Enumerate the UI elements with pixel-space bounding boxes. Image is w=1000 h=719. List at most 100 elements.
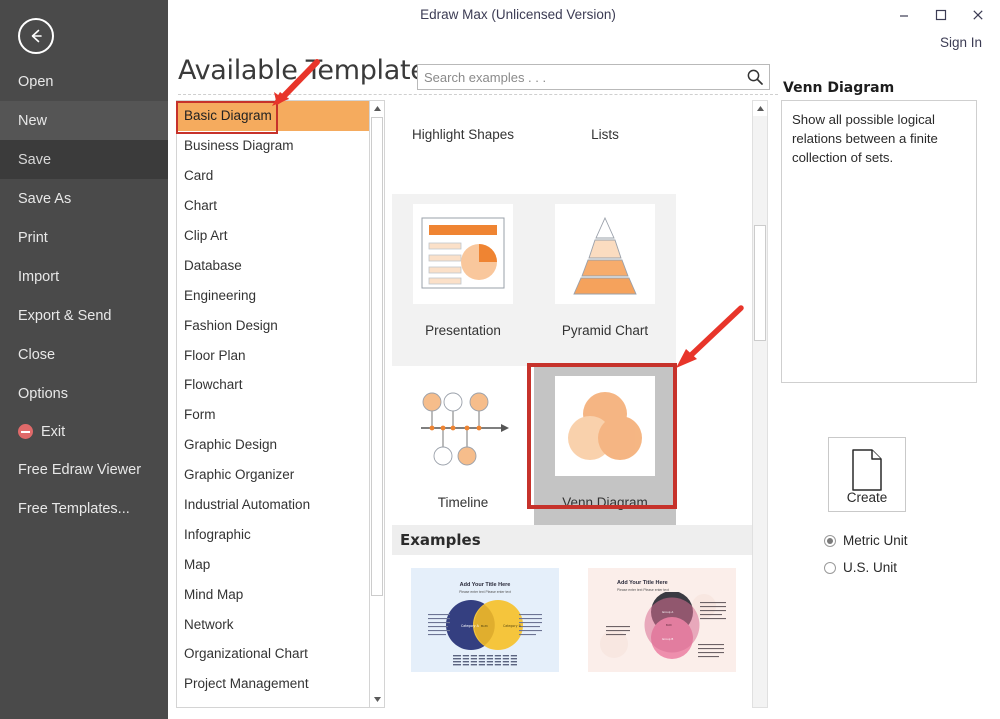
template-scroll-thumb[interactable] (754, 225, 766, 341)
example-card-1[interactable]: Add Your Title Here Please enter text Pl… (411, 568, 559, 672)
template-card-highlight-shapes[interactable]: Highlight Shapes (392, 100, 534, 170)
sidebar-item-label: Open (18, 73, 54, 90)
sidebar-item-export-and-send[interactable]: Export & Send (0, 296, 168, 335)
category-label: Form (184, 407, 216, 423)
template-label: Venn Diagram (562, 495, 648, 510)
create-button[interactable]: Create (828, 437, 906, 512)
venn-diagram-thumb (555, 376, 655, 476)
category-item-project-management[interactable]: Project Management (177, 669, 369, 699)
sidebar-item-free-edraw-viewer[interactable]: Free Edraw Viewer (0, 450, 168, 489)
category-label: Project Management (184, 676, 309, 692)
category-item-network[interactable]: Network (177, 609, 369, 639)
examples-header: Examples (392, 525, 752, 555)
window-title: Edraw Max (Unlicensed Version) (420, 7, 616, 22)
scroll-down-icon[interactable] (370, 692, 384, 707)
radio-unselected-icon (824, 561, 836, 574)
sidebar-item-label: Print (18, 229, 48, 246)
sign-in-link[interactable]: Sign In (940, 35, 982, 50)
sidebar-item-free-templates[interactable]: Free Templates... (0, 489, 168, 528)
radio-metric-unit[interactable]: Metric Unit (824, 533, 908, 548)
category-label: Map (184, 556, 211, 572)
scroll-up-icon[interactable] (753, 101, 767, 116)
sidebar-item-open[interactable]: Open (0, 62, 168, 101)
category-item-chart[interactable]: Chart (177, 191, 369, 221)
category-item-business-diagram[interactable]: Business Diagram (177, 131, 369, 161)
sidebar-item-save[interactable]: Save (0, 140, 168, 179)
sidebar-item-close[interactable]: Close (0, 335, 168, 374)
category-label: Floor Plan (184, 347, 246, 363)
template-card-timeline[interactable]: Timeline (392, 366, 534, 525)
sidebar-item-import[interactable]: Import (0, 257, 168, 296)
category-item-industrial-automation[interactable]: Industrial Automation (177, 490, 369, 520)
sidebar-item-options[interactable]: Options (0, 374, 168, 413)
info-panel-title: Venn Diagram (783, 80, 895, 96)
radio-label: Metric Unit (843, 533, 908, 548)
svg-text:Group B: Group B (662, 637, 673, 641)
sidebar-item-save-as[interactable]: Save As (0, 179, 168, 218)
category-item-clip-art[interactable]: Clip Art (177, 221, 369, 251)
category-scroll-thumb[interactable] (371, 117, 383, 596)
search-box[interactable] (417, 64, 770, 90)
sidebar-item-label: Free Edraw Viewer (18, 461, 142, 478)
page-title: Available Templates (178, 55, 441, 86)
category-item-floor-plan[interactable]: Floor Plan (177, 340, 369, 370)
example-title: Add Your Title Here (459, 582, 511, 588)
sidebar-item-label: Save As (18, 190, 72, 207)
sidebar-item-new[interactable]: New (0, 101, 168, 140)
sidebar-item-label: New (18, 112, 48, 129)
sidebar-item-label: Save (18, 151, 52, 168)
category-scrollbar[interactable] (369, 100, 385, 708)
minimize-icon[interactable] (891, 3, 917, 27)
sidebar-item-label: Options (18, 385, 68, 402)
scroll-up-icon[interactable] (370, 101, 384, 116)
examples-list: Add Your Title Here Please enter text Pl… (392, 555, 752, 708)
template-label: Pyramid Chart (561, 323, 649, 338)
category-item-basic-diagram[interactable]: Basic Diagram (177, 101, 369, 131)
pyramid-chart-thumb (555, 204, 655, 304)
template-grid[interactable]: Highlight Shapes Lists Presentation Pyra… (392, 100, 752, 525)
category-item-flowchart[interactable]: Flowchart (177, 370, 369, 400)
maximize-icon[interactable] (928, 3, 954, 27)
search-icon[interactable] (746, 68, 764, 86)
radio-us-unit[interactable]: U.S. Unit (824, 560, 897, 575)
category-item-map[interactable]: Map (177, 549, 369, 579)
sidebar-item-print[interactable]: Print (0, 218, 168, 257)
presentation-thumb (413, 204, 513, 304)
category-item-database[interactable]: Database (177, 250, 369, 280)
category-item-card[interactable]: Card (177, 161, 369, 191)
template-scrollbar[interactable] (752, 100, 768, 708)
example-title: Add Your Title Here (617, 580, 668, 586)
examples-title: Examples (400, 531, 481, 549)
exit-icon (18, 424, 33, 439)
category-item-graphic-design[interactable]: Graphic Design (177, 430, 369, 460)
category-item-organizational-chart[interactable]: Organizational Chart (177, 639, 369, 669)
template-card-venn-diagram[interactable]: Venn Diagram (534, 366, 676, 525)
template-card-presentation[interactable]: Presentation (392, 194, 534, 366)
lists-thumb (555, 100, 655, 108)
category-item-engineering[interactable]: Engineering (177, 280, 369, 310)
category-label: Chart (184, 198, 218, 214)
category-list[interactable]: Basic Diagram Business Diagram Card Char… (176, 100, 369, 708)
search-input[interactable] (418, 65, 738, 89)
category-item-mind-map[interactable]: Mind Map (177, 579, 369, 609)
category-label: Clip Art (184, 228, 228, 243)
sidebar-item-label: Export & Send (18, 307, 112, 324)
template-card-pyramid-chart[interactable]: Pyramid Chart (534, 194, 676, 366)
close-icon[interactable] (965, 3, 991, 27)
category-item-graphic-organizer[interactable]: Graphic Organizer (177, 460, 369, 490)
example-card-2[interactable]: Add Your Title Here Please enter text Pl… (588, 568, 736, 672)
sidebar-item-label: Import (18, 268, 60, 285)
template-card-lists[interactable]: Lists (534, 100, 676, 170)
sidebar-item-label: Exit (41, 423, 66, 440)
category-item-fashion-design[interactable]: Fashion Design (177, 310, 369, 340)
category-item-infographic[interactable]: Infographic (177, 519, 369, 549)
category-label: Card (184, 168, 214, 184)
category-label: Mind Map (184, 586, 244, 602)
sidebar-item-exit[interactable]: Exit (0, 412, 168, 451)
back-arrow-icon[interactable] (18, 18, 54, 54)
category-label: Basic Diagram (184, 108, 272, 124)
svg-text:Category B: Category B (503, 624, 521, 628)
category-item-form[interactable]: Form (177, 400, 369, 430)
backstage-sidebar: Open New Save Save As Print Import Expor… (0, 0, 168, 719)
category-label: Infographic (184, 526, 251, 542)
